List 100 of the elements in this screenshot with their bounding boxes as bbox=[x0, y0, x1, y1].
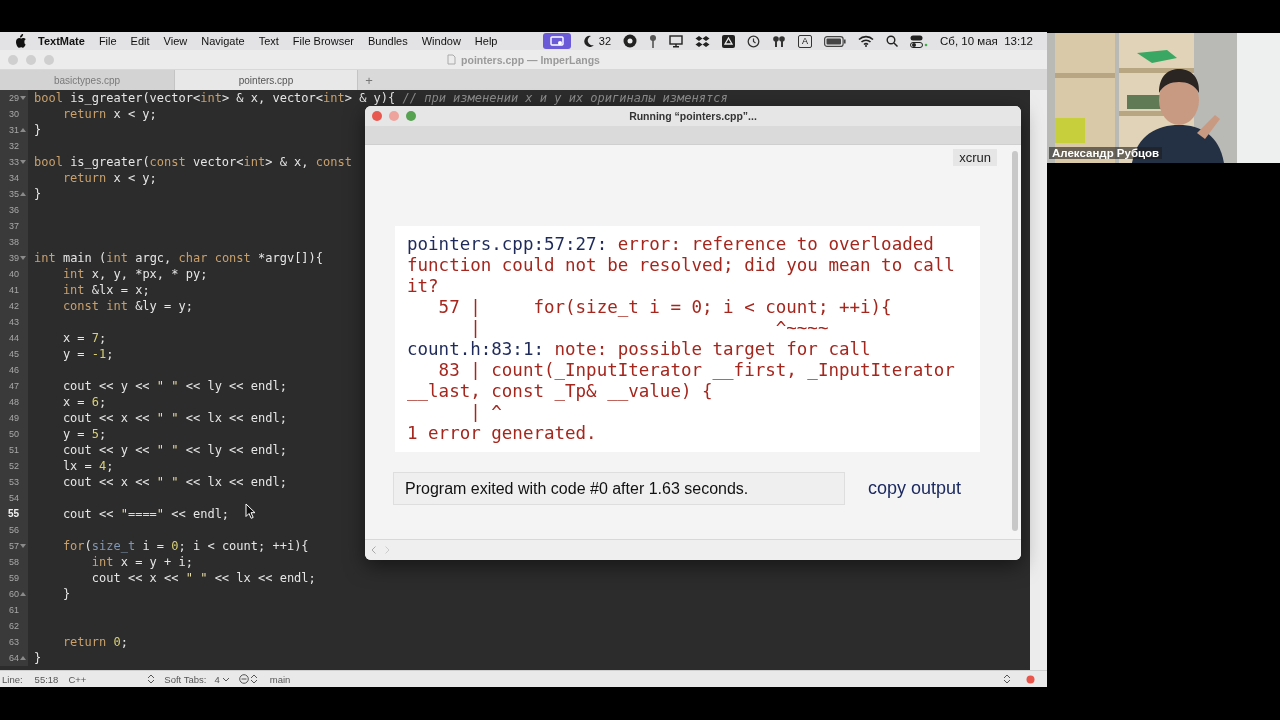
code-line: for(size_t i = 0; i < count; ++i){ bbox=[61, 538, 309, 554]
earbuds-icon[interactable] bbox=[772, 34, 786, 48]
pin-icon[interactable] bbox=[649, 34, 657, 48]
code-line: return x < y; bbox=[61, 170, 157, 186]
minus-circle-icon[interactable] bbox=[238, 674, 249, 684]
copy-output-link[interactable]: copy output bbox=[868, 478, 962, 499]
wifi-icon[interactable] bbox=[858, 35, 875, 47]
code-line: bool is_greater(vector<int> & x, vector<int> & y){ // при изменении x и y их оригиналы изменятся bbox=[33, 90, 728, 106]
code-line: } bbox=[61, 586, 71, 602]
clock-icon[interactable] bbox=[747, 34, 760, 48]
code-line: x = 7; bbox=[61, 330, 107, 346]
line-number: 62 bbox=[9, 620, 19, 633]
code-line: x = 6; bbox=[61, 394, 107, 410]
input-source-indicator[interactable]: A bbox=[798, 34, 813, 48]
line-number: 49 bbox=[9, 412, 19, 425]
line-number: 59 bbox=[9, 572, 19, 585]
line-number: 33 bbox=[9, 156, 19, 169]
participant-name: Александр Рубцов bbox=[1049, 147, 1163, 159]
code-line: lx = 4; bbox=[61, 458, 114, 474]
fold-down-icon[interactable] bbox=[20, 543, 26, 549]
file-tab[interactable]: pointers.cpp bbox=[175, 70, 358, 90]
exit-status: Program exited with code #0 after 1.63 seconds. bbox=[393, 472, 845, 505]
line-number: 31 bbox=[9, 124, 19, 137]
output-line: | ^ bbox=[469, 402, 503, 423]
scrollbar[interactable] bbox=[1030, 90, 1047, 670]
diamonds-icon[interactable] bbox=[695, 34, 710, 48]
line-number: 53 bbox=[9, 476, 19, 489]
language-selector[interactable]: C++ bbox=[68, 673, 87, 685]
document-icon bbox=[447, 54, 457, 65]
line-number: 46 bbox=[9, 364, 19, 377]
code-line: bool is_greater(const vector<int> & x, const bbox=[33, 154, 352, 170]
line-number: 40 bbox=[9, 268, 19, 281]
zoom-button[interactable] bbox=[406, 111, 416, 121]
scrollbar-thumb[interactable] bbox=[1012, 151, 1018, 531]
up-down-icon[interactable] bbox=[148, 674, 155, 684]
screen-share-icon[interactable] bbox=[542, 33, 571, 49]
menu-bar-clock[interactable]: Сб, 10 мая 13:12 bbox=[940, 35, 1033, 47]
app-menu[interactable]: TextMate bbox=[38, 35, 85, 47]
close-button[interactable] bbox=[372, 111, 382, 121]
code-line: } bbox=[33, 186, 42, 202]
line-number: 29 bbox=[9, 92, 19, 105]
toggles-icon[interactable] bbox=[910, 34, 929, 48]
fold-down-icon[interactable] bbox=[20, 159, 26, 165]
monitor-icon[interactable] bbox=[669, 34, 683, 48]
fold-down-icon[interactable] bbox=[20, 255, 26, 261]
code-line: cout << y << " " << ly << endl; bbox=[61, 442, 287, 458]
menu-item[interactable]: Navigate bbox=[201, 35, 245, 47]
line-number: 50 bbox=[9, 428, 19, 441]
code-line: cout << x << " " << lx << endl; bbox=[90, 570, 316, 586]
fold-up-icon[interactable] bbox=[20, 591, 26, 597]
window-title: pointers.cpp — ImperLangs bbox=[461, 53, 600, 66]
up-down-icon[interactable] bbox=[250, 674, 257, 684]
cursor-position[interactable]: 55:18 bbox=[34, 673, 59, 685]
line-number: 57 bbox=[9, 540, 19, 553]
line-number: 39 bbox=[9, 252, 19, 265]
line-number: 34 bbox=[9, 172, 19, 185]
menu-item[interactable]: Bundles bbox=[367, 35, 408, 47]
code-line: cout << x << " " << lx << endl; bbox=[61, 410, 287, 426]
menu-item[interactable]: Help bbox=[474, 35, 498, 47]
line-number: 54 bbox=[9, 492, 19, 505]
code-line: return x < y; bbox=[61, 106, 157, 122]
line-number: 35 bbox=[9, 188, 19, 201]
line-number: 41 bbox=[9, 284, 19, 297]
code-line: } bbox=[33, 122, 42, 138]
chevron-down-icon[interactable] bbox=[222, 676, 229, 682]
fold-up-icon[interactable] bbox=[20, 127, 26, 133]
menu-item[interactable]: File bbox=[98, 35, 117, 47]
tab-size-selector[interactable]: 4 bbox=[214, 673, 220, 685]
fold-up-icon[interactable] bbox=[20, 655, 26, 661]
output-line: count.h:83:1: note: possible target for call bbox=[407, 339, 872, 360]
branch-name[interactable]: main bbox=[269, 673, 291, 685]
code-line: const int &ly = y; bbox=[61, 298, 193, 314]
line-number: 58 bbox=[9, 556, 19, 569]
line-number: 64 bbox=[9, 652, 19, 665]
battery-icon[interactable] bbox=[824, 35, 847, 47]
line-number: 48 bbox=[9, 396, 19, 409]
menu-item[interactable]: Edit bbox=[130, 35, 150, 47]
line-number: 51 bbox=[9, 444, 19, 457]
menu-item[interactable]: View bbox=[163, 35, 188, 47]
menu-item[interactable]: File Browser bbox=[292, 35, 354, 47]
fold-down-icon[interactable] bbox=[20, 95, 26, 101]
up-down-icon[interactable] bbox=[1004, 674, 1010, 684]
record-dot-icon[interactable] bbox=[1026, 674, 1035, 684]
output-line: | ^~~~~ bbox=[469, 318, 830, 339]
menu-item[interactable]: Window bbox=[421, 35, 461, 47]
circle-icon[interactable] bbox=[623, 34, 637, 48]
line-number: 56 bbox=[9, 524, 19, 537]
menu-item[interactable]: Text bbox=[258, 35, 279, 47]
line-number: 52 bbox=[9, 460, 19, 473]
notification-count: 32 bbox=[598, 35, 611, 47]
fold-up-icon[interactable] bbox=[20, 191, 26, 197]
window-title: Running “pointers.cpp”... bbox=[629, 110, 757, 122]
code-line: cout << "====" << endl; bbox=[61, 506, 230, 522]
line-number: 44 bbox=[9, 332, 19, 345]
search-icon[interactable] bbox=[886, 35, 899, 47]
crescent-icon[interactable] bbox=[582, 35, 595, 47]
code-line: int &lx = x; bbox=[61, 282, 150, 298]
triangle-icon[interactable] bbox=[722, 34, 735, 48]
runner-label: xcrun bbox=[953, 149, 997, 166]
apple-icon[interactable] bbox=[14, 34, 26, 48]
